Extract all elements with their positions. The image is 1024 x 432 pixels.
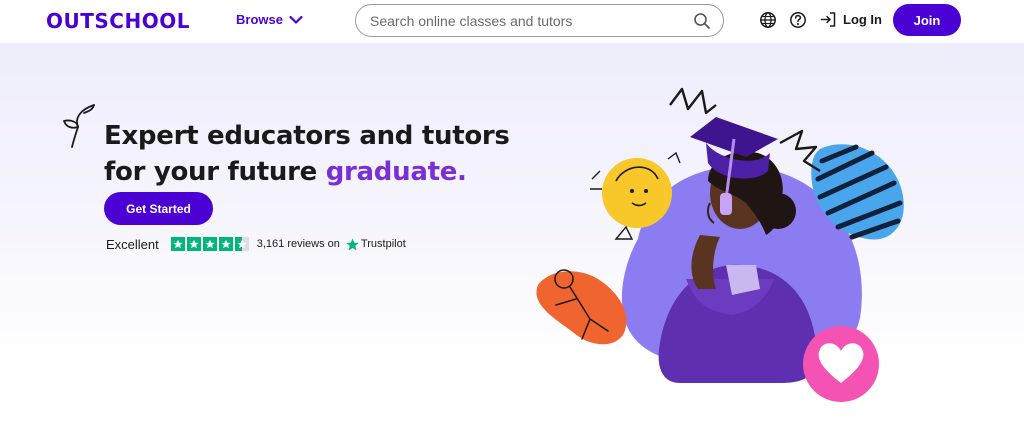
hero-headline: Expert educators and tutors for your fut…	[104, 118, 510, 190]
heart-badge	[803, 326, 879, 402]
trustpilot-rating[interactable]: Excellent 3,161 reviews on Trustpilot	[106, 235, 406, 253]
hero-section: Expert educators and tutors for your fut…	[0, 43, 1024, 432]
trustpilot-star-icon	[346, 237, 359, 250]
orange-doodle	[536, 269, 627, 345]
star-icon	[186, 237, 201, 251]
headline-line-1: Expert educators and tutors	[104, 121, 510, 151]
search-input[interactable]	[370, 12, 693, 29]
join-button[interactable]: Join	[893, 4, 961, 36]
help-icon[interactable]	[789, 11, 807, 29]
star-icon	[202, 237, 217, 251]
login-label: Log In	[843, 12, 882, 27]
login-icon	[820, 12, 836, 27]
headline-highlight: graduate.	[325, 157, 467, 187]
star-icon	[218, 237, 233, 251]
trustpilot-brand: Trustpilot	[346, 237, 406, 251]
top-nav: OUTSCHOOL Browse Log In Join	[0, 0, 1024, 43]
graduate-illustration	[536, 87, 904, 402]
star-rating	[170, 237, 249, 251]
search-bar	[355, 4, 724, 37]
headline-line-2: for your future	[104, 157, 326, 187]
chevron-down-icon	[289, 15, 303, 24]
browse-label: Browse	[236, 12, 283, 27]
globe-icon[interactable]	[759, 11, 777, 29]
rating-word: Excellent	[106, 236, 159, 252]
login-link[interactable]: Log In	[820, 11, 882, 28]
trustpilot-label: Trustpilot	[360, 238, 406, 250]
get-started-button[interactable]: Get Started	[104, 192, 213, 225]
star-icon	[170, 237, 185, 251]
half-star-icon	[234, 237, 249, 251]
browse-menu[interactable]: Browse	[236, 12, 303, 27]
sparkle-doodle-icon	[63, 104, 95, 148]
search-icon[interactable]	[693, 12, 711, 30]
outschool-logo[interactable]: OUTSCHOOL	[46, 9, 190, 33]
review-count: 3,161 reviews on	[256, 238, 340, 250]
